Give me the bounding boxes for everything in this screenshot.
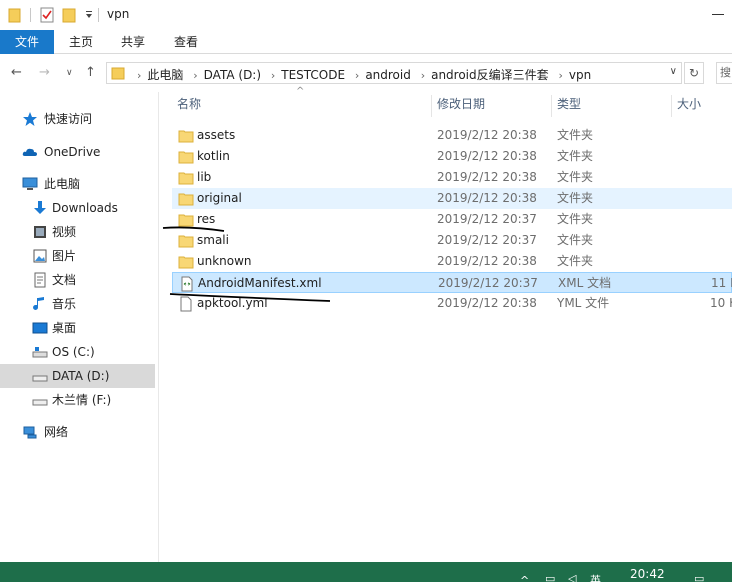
sidebar-item-music[interactable]: 音乐: [0, 292, 155, 316]
file-row-res[interactable]: res 2019/2/12 20:37 文件夹: [172, 209, 732, 230]
clock[interactable]: 20:42: [630, 567, 665, 581]
column-separator[interactable]: [551, 95, 552, 117]
title-bar: vpn: [0, 0, 732, 30]
chevron-up-icon[interactable]: ^: [520, 574, 529, 587]
sidebar-item-network[interactable]: 网络: [0, 420, 155, 444]
search-input[interactable]: 搜: [716, 62, 732, 84]
separator: [30, 8, 31, 22]
column-separator[interactable]: [431, 95, 432, 117]
file-row-androidmanifest[interactable]: AndroidManifest.xml 2019/2/12 20:37 XML …: [172, 272, 732, 293]
back-arrow-icon[interactable]: ←: [11, 65, 22, 80]
file-row-assets[interactable]: assets 2019/2/12 20:38 文件夹: [172, 125, 732, 146]
column-header-date[interactable]: 修改日期: [437, 92, 547, 116]
chevron-right-icon[interactable]: ›: [421, 69, 425, 82]
up-arrow-icon[interactable]: ↑: [85, 65, 96, 80]
folder-icon: [111, 67, 125, 80]
folder-icon: [178, 235, 194, 248]
ribbon-tabs: 文件 主页 共享 查看: [0, 30, 732, 54]
new-folder-icon[interactable]: [62, 7, 76, 23]
breadcrumb-item[interactable]: vpn: [569, 68, 591, 82]
folder-icon: [178, 130, 194, 143]
ime-indicator[interactable]: 英: [590, 572, 601, 588]
minimize-button[interactable]: [712, 14, 724, 15]
file-row-smali[interactable]: smali 2019/2/12 20:37 文件夹: [172, 230, 732, 251]
chevron-right-icon[interactable]: ›: [137, 69, 141, 82]
window-title: vpn: [107, 7, 130, 21]
drive-icon: [32, 347, 48, 358]
sidebar-item-documents[interactable]: 文档: [0, 268, 155, 292]
folder-icon[interactable]: [8, 7, 22, 23]
column-header-name[interactable]: 名称: [177, 92, 427, 116]
folder-icon: [178, 256, 194, 269]
sidebar-item-desktop[interactable]: 桌面: [0, 316, 155, 340]
column-separator[interactable]: [671, 95, 672, 117]
sidebar-item-pictures[interactable]: 图片: [0, 244, 155, 268]
network-status-icon[interactable]: ▭: [545, 572, 555, 585]
tab-home[interactable]: 主页: [58, 30, 104, 54]
folder-icon: [178, 214, 194, 227]
breadcrumb: › 此电脑 › DATA (D:) › TESTCODE › android › andr…: [131, 66, 591, 83]
customize-toolbar-icon[interactable]: [84, 7, 94, 23]
computer-icon: [22, 177, 38, 190]
forward-arrow-icon[interactable]: →: [39, 65, 50, 80]
tab-view[interactable]: 查看: [163, 30, 209, 54]
address-dropdown-icon[interactable]: ∨: [670, 66, 677, 77]
breadcrumb-item[interactable]: android: [365, 68, 411, 82]
refresh-icon[interactable]: ↻: [684, 62, 704, 84]
navigation-pane: 快速访问 OneDrive 此电脑 Downloads 视频 图片 文档 音乐 …: [0, 92, 158, 562]
star-icon: [23, 112, 37, 126]
drive-icon: [32, 399, 48, 406]
music-icon: [33, 297, 44, 310]
sidebar-item-videos[interactable]: 视频: [0, 220, 155, 244]
breadcrumb-item[interactable]: DATA (D:): [204, 68, 261, 82]
tab-file[interactable]: 文件: [0, 30, 54, 54]
video-icon: [34, 226, 46, 238]
tab-share[interactable]: 共享: [110, 30, 156, 54]
breadcrumb-item[interactable]: 此电脑: [147, 68, 183, 82]
breadcrumb-item[interactable]: android反编译三件套: [431, 68, 549, 82]
sidebar-item-drive-d[interactable]: DATA (D:): [0, 364, 155, 388]
navigation-bar: ← → ∨ ↑ › 此电脑 › DATA (D:) › TESTCODE › andro…: [0, 55, 732, 91]
recent-locations-chevron-icon[interactable]: ∨: [66, 68, 73, 78]
column-header-size[interactable]: 大小: [677, 92, 732, 116]
sidebar-item-quick-access[interactable]: 快速访问: [0, 107, 155, 131]
file-row-lib[interactable]: lib 2019/2/12 20:38 文件夹: [172, 167, 732, 188]
sidebar-item-this-pc[interactable]: 此电脑: [0, 172, 155, 196]
column-header-type[interactable]: 类型: [557, 92, 667, 116]
picture-icon: [33, 249, 47, 263]
network-icon: [23, 426, 37, 439]
file-icon: [180, 296, 192, 312]
breadcrumb-item[interactable]: TESTCODE: [281, 68, 345, 82]
document-icon: [34, 272, 46, 288]
cloud-icon: [22, 148, 37, 156]
sidebar-item-onedrive[interactable]: OneDrive: [0, 140, 155, 164]
volume-icon[interactable]: ◁: [568, 572, 576, 585]
chevron-right-icon[interactable]: ›: [271, 69, 275, 82]
properties-icon[interactable]: [40, 7, 54, 23]
chevron-right-icon[interactable]: ›: [355, 69, 359, 82]
address-bar[interactable]: › 此电脑 › DATA (D:) › TESTCODE › android › andr…: [106, 62, 682, 84]
file-row-original[interactable]: original 2019/2/12 20:38 文件夹: [172, 188, 732, 209]
sidebar-item-downloads[interactable]: Downloads: [0, 196, 155, 220]
folder-icon: [178, 172, 194, 185]
chevron-right-icon[interactable]: ›: [558, 69, 562, 82]
download-icon: [34, 201, 46, 214]
folder-icon: [178, 193, 194, 206]
notification-icon[interactable]: ▭: [694, 572, 704, 585]
taskbar: ^ ▭ ◁ 英 20:42 ▭: [0, 562, 732, 587]
drive-icon: [32, 375, 48, 382]
chevron-right-icon[interactable]: ›: [193, 69, 197, 82]
pane-divider[interactable]: [158, 92, 159, 562]
file-row-apktool[interactable]: apktool.yml 2019/2/12 20:38 YML 文件 10 K: [172, 293, 732, 314]
sidebar-item-drive-f[interactable]: 木兰情 (F:): [0, 388, 155, 412]
separator: [98, 8, 99, 22]
sidebar-item-drive-c[interactable]: OS (C:): [0, 340, 155, 364]
file-row-unknown[interactable]: unknown 2019/2/12 20:38 文件夹: [172, 251, 732, 272]
desktop-icon: [32, 322, 48, 334]
file-row-kotlin[interactable]: kotlin 2019/2/12 20:38 文件夹: [172, 146, 732, 167]
xml-file-icon: [181, 276, 193, 292]
folder-icon: [178, 151, 194, 164]
